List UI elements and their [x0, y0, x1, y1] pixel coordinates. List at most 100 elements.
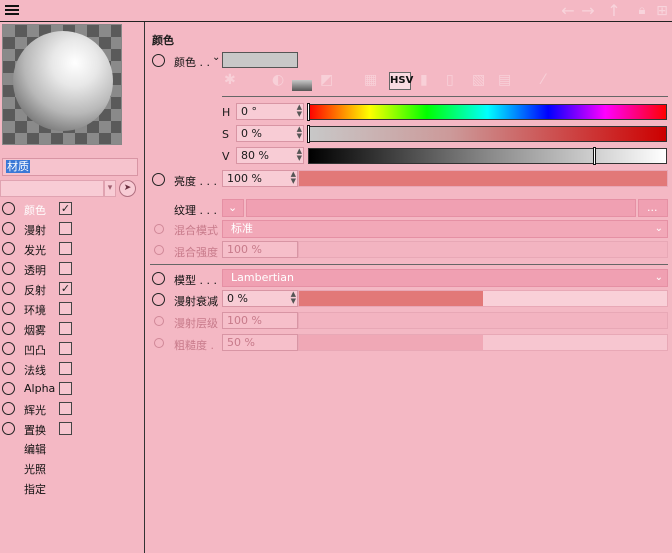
saturation-slider[interactable] — [307, 125, 667, 143]
channel-item[interactable]: 环境 — [0, 299, 144, 319]
channel-item[interactable]: 辉光 — [0, 399, 144, 419]
channel-checkbox[interactable] — [59, 402, 72, 415]
channel-item[interactable]: 发光 — [0, 239, 144, 259]
channel-checkbox[interactable] — [59, 382, 72, 395]
filter-dropdown-icon[interactable]: ▾ — [104, 180, 116, 197]
channel-radio[interactable] — [2, 402, 15, 415]
channel-radio[interactable] — [2, 322, 15, 335]
wheel-icon[interactable]: ✱ — [224, 72, 236, 88]
channel-item[interactable]: 置换 — [0, 419, 144, 439]
material-preview[interactable] — [2, 24, 122, 145]
material-name-field[interactable]: 材质 — [2, 158, 138, 176]
channel-checkbox[interactable]: ✓ — [59, 202, 72, 215]
diffuse-falloff-input[interactable]: 0 % ▲ ▼ — [222, 290, 298, 307]
channel-checkbox[interactable] — [59, 302, 72, 315]
saturation-slider-handle[interactable] — [307, 125, 310, 143]
channel-checkbox[interactable] — [59, 222, 72, 235]
texture-slot[interactable] — [246, 199, 636, 217]
picture-icon[interactable]: ◩ — [320, 72, 333, 88]
channel-item[interactable]: Alpha — [0, 379, 144, 399]
blend-strength-input[interactable]: 100 % — [222, 241, 298, 258]
brightness-slider[interactable] — [298, 170, 668, 187]
texture-browse-button[interactable]: ... — [638, 199, 668, 217]
channel-radio[interactable] — [2, 362, 15, 375]
channel-item[interactable]: 反射 ✓ — [0, 279, 144, 299]
blend-strength-radio[interactable] — [154, 245, 164, 255]
hue-slider-handle[interactable] — [307, 103, 310, 121]
channel-item[interactable]: 法线 — [0, 359, 144, 379]
hue-slider[interactable] — [307, 103, 667, 121]
channel-checkbox[interactable] — [59, 262, 72, 275]
color-menu-caret-icon[interactable]: ⌄ — [212, 52, 220, 63]
pointer-icon[interactable]: ➤ — [119, 180, 136, 197]
channel-radio[interactable] — [2, 262, 15, 275]
channel-item[interactable]: 透明 — [0, 259, 144, 279]
blend-strength-slider[interactable] — [298, 241, 668, 258]
up-arrow-icon[interactable]: ↑ — [606, 3, 622, 19]
extra-item[interactable]: 指定 — [24, 481, 46, 497]
channel-checkbox[interactable] — [59, 342, 72, 355]
roughness-input[interactable]: 50 % — [222, 334, 298, 351]
rgb-icon[interactable]: ▦ — [364, 72, 377, 88]
back-arrow-icon[interactable]: ← — [560, 3, 576, 19]
brightness-radio[interactable] — [152, 173, 165, 186]
channel-radio[interactable] — [2, 302, 15, 315]
channel-radio[interactable] — [2, 242, 15, 255]
channel-checkbox[interactable] — [59, 322, 72, 335]
value-slider[interactable] — [308, 147, 667, 165]
channel-checkbox[interactable] — [59, 242, 72, 255]
model-radio[interactable] — [152, 272, 165, 285]
diffuse-falloff-radio[interactable] — [152, 293, 165, 306]
s-stepper-icon[interactable]: ▲ ▼ — [297, 126, 302, 140]
swatches-icon[interactable]: ▧ — [472, 72, 485, 88]
channel-radio[interactable] — [2, 222, 15, 235]
mixer-icon[interactable]: ▯ — [446, 72, 454, 88]
lock-icon[interactable]: 🔒︎ — [634, 3, 650, 19]
brightness-stepper-icon[interactable]: ▲ ▼ — [291, 171, 296, 185]
diffuse-level-slider[interactable] — [298, 312, 668, 329]
channel-radio[interactable] — [2, 342, 15, 355]
forward-arrow-icon[interactable]: → — [580, 3, 596, 19]
channel-item[interactable]: 凹凸 — [0, 339, 144, 359]
blend-mode-dropdown[interactable]: 标准 ⌄ — [222, 220, 668, 238]
channel-radio[interactable] — [2, 422, 15, 435]
extra-item[interactable]: 光照 — [24, 461, 46, 477]
diffuse-falloff-stepper-icon[interactable]: ▲ ▼ — [291, 291, 296, 305]
brightness-input[interactable]: 100 % ▲ ▼ — [222, 170, 298, 187]
diffuse-falloff-slider[interactable] — [298, 290, 668, 307]
new-panel-icon[interactable]: ⊞ — [654, 3, 670, 19]
color-radio[interactable] — [152, 54, 165, 67]
channel-checkbox[interactable] — [59, 422, 72, 435]
eyedropper-icon[interactable]: ⁄ — [542, 72, 544, 88]
h-stepper-icon[interactable]: ▲ ▼ — [297, 104, 302, 118]
menu-icon[interactable] — [5, 5, 19, 16]
channel-filter-input[interactable] — [0, 180, 104, 197]
s-input[interactable]: 0 % ▲ ▼ — [236, 125, 304, 142]
kelvin-icon[interactable]: ▮ — [420, 72, 428, 88]
spectrum-icon[interactable]: ◐ — [272, 72, 284, 88]
channel-checkbox[interactable] — [59, 362, 72, 375]
channel-item[interactable]: 漫射 — [0, 219, 144, 239]
extra-item[interactable]: 编辑 — [24, 441, 46, 457]
blend-mode-radio[interactable] — [154, 224, 164, 234]
v-input[interactable]: 80 % ▲ ▼ — [236, 147, 304, 164]
hsv-button[interactable]: HSV — [389, 72, 413, 90]
gradient-icon[interactable] — [292, 80, 312, 91]
channel-item[interactable]: 烟雾 — [0, 319, 144, 339]
diffuse-level-input[interactable]: 100 % — [222, 312, 298, 329]
channel-radio[interactable] — [2, 202, 15, 215]
channel-checkbox[interactable]: ✓ — [59, 282, 72, 295]
channel-radio[interactable] — [2, 382, 15, 395]
channel-radio[interactable] — [2, 282, 15, 295]
value-slider-handle[interactable] — [592, 147, 596, 165]
texture-menu-button[interactable]: ⌄ — [222, 199, 244, 217]
h-input[interactable]: 0 ° ▲ ▼ — [236, 103, 304, 120]
roughness-radio[interactable] — [154, 338, 164, 348]
color-swatch[interactable] — [222, 52, 298, 68]
model-dropdown[interactable]: Lambertian ⌄ — [222, 269, 668, 287]
channel-item[interactable]: 颜色 ✓ — [0, 199, 144, 219]
grid-icon[interactable]: ▤ — [498, 72, 511, 88]
roughness-slider[interactable] — [298, 334, 668, 351]
v-stepper-icon[interactable]: ▲ ▼ — [297, 148, 302, 162]
diffuse-level-radio[interactable] — [154, 316, 164, 326]
